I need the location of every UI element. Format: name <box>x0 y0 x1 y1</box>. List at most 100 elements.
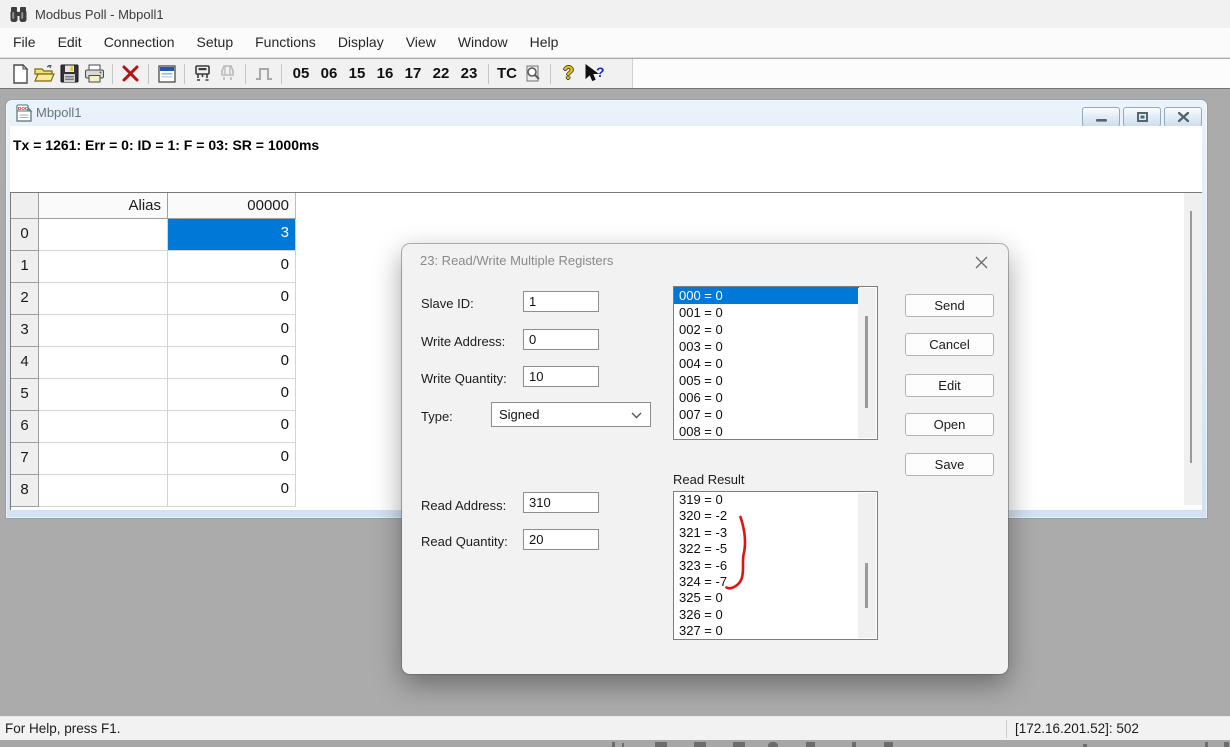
value-cell[interactable]: 0 <box>168 283 296 315</box>
listbox-scrollbar[interactable] <box>858 288 876 438</box>
list-item[interactable]: 320 = -2 <box>674 508 877 524</box>
alias-cell[interactable] <box>39 475 168 507</box>
menu-connection[interactable]: Connection <box>93 28 186 57</box>
edit-button[interactable]: Edit <box>905 374 994 397</box>
alias-cell[interactable] <box>39 379 168 411</box>
list-item[interactable]: 319 = 0 <box>674 492 877 508</box>
child-title-bar[interactable] <box>6 100 1207 126</box>
list-item-selected[interactable]: 000 = 0 <box>674 287 859 304</box>
connect-button[interactable] <box>190 62 215 86</box>
list-item[interactable]: 003 = 0 <box>674 338 877 355</box>
list-item[interactable]: 006 = 0 <box>674 389 877 406</box>
menu-edit[interactable]: Edit <box>47 28 93 57</box>
value-cell[interactable]: 0 <box>168 411 296 443</box>
menu-file[interactable]: File <box>2 28 47 57</box>
alias-cell[interactable] <box>39 283 168 315</box>
close-button[interactable] <box>1164 107 1202 127</box>
scrollbar-thumb[interactable] <box>1190 211 1192 463</box>
row-header[interactable]: 0 <box>11 219 39 251</box>
dialog-close-button[interactable] <box>968 252 994 272</box>
menu-view[interactable]: View <box>395 28 447 57</box>
test-center-button[interactable] <box>520 62 545 86</box>
function-22-button[interactable]: 22 <box>427 65 455 82</box>
list-item[interactable]: 324 = -7 <box>674 574 877 590</box>
list-item[interactable]: 326 = 0 <box>674 607 877 623</box>
row-header[interactable]: 3 <box>11 315 39 347</box>
list-item[interactable]: 327 = 0 <box>674 623 877 639</box>
function-17-button[interactable]: 17 <box>399 65 427 82</box>
context-help-button[interactable]: ? <box>581 62 606 86</box>
value-cell[interactable]: 0 <box>168 475 296 507</box>
alias-column-header[interactable]: Alias <box>39 193 168 219</box>
row-header[interactable]: 5 <box>11 379 39 411</box>
function-15-button[interactable]: 15 <box>343 65 371 82</box>
menu-functions[interactable]: Functions <box>244 28 327 57</box>
setup-window-button[interactable] <box>154 62 179 86</box>
list-item[interactable]: 005 = 0 <box>674 372 877 389</box>
main-title-bar[interactable]: Modbus Poll - Mbpoll1 <box>0 0 1230 28</box>
read-result-listbox[interactable]: 319 = 0 320 = -2 321 = -3 322 = -5 323 =… <box>673 491 878 640</box>
grid-vertical-scrollbar[interactable] <box>1184 193 1202 505</box>
row-header[interactable]: 2 <box>11 283 39 315</box>
alias-cell[interactable] <box>39 251 168 283</box>
value-cell-selected[interactable]: 3 <box>168 219 296 251</box>
value-cell[interactable]: 0 <box>168 315 296 347</box>
listbox-scrollbar[interactable] <box>858 493 876 638</box>
alias-cell[interactable] <box>39 219 168 251</box>
help-button[interactable]: ? <box>556 62 581 86</box>
list-item[interactable]: 321 = -3 <box>674 525 877 541</box>
list-item[interactable]: 002 = 0 <box>674 321 877 338</box>
menu-window[interactable]: Window <box>447 28 519 57</box>
single-poll-button[interactable] <box>251 62 276 86</box>
scrollbar-thumb[interactable] <box>865 316 868 408</box>
alias-cell[interactable] <box>39 443 168 475</box>
function-06-button[interactable]: 06 <box>315 65 343 82</box>
menu-help[interactable]: Help <box>519 28 570 57</box>
row-header[interactable]: 7 <box>11 443 39 475</box>
tc-button[interactable]: TC <box>494 65 520 82</box>
row-header[interactable]: 1 <box>11 251 39 283</box>
red-x-button[interactable] <box>118 62 143 86</box>
list-item[interactable]: 325 = 0 <box>674 590 877 606</box>
list-item[interactable]: 004 = 0 <box>674 355 877 372</box>
alias-cell[interactable] <box>39 347 168 379</box>
write-address-input[interactable] <box>523 329 599 350</box>
type-dropdown[interactable]: Signed <box>491 402 651 427</box>
value-column-header[interactable]: 00000 <box>168 193 296 219</box>
write-quantity-input[interactable] <box>523 366 599 387</box>
list-item[interactable]: 322 = -5 <box>674 541 877 557</box>
row-header[interactable]: 4 <box>11 347 39 379</box>
disconnect-button[interactable] <box>215 62 240 86</box>
value-cell[interactable]: 0 <box>168 251 296 283</box>
list-item[interactable]: 001 = 0 <box>674 304 877 321</box>
function-05-button[interactable]: 05 <box>287 65 315 82</box>
save-button[interactable] <box>57 62 82 86</box>
read-quantity-input[interactable] <box>523 529 599 550</box>
new-file-button[interactable] <box>7 62 32 86</box>
menu-display[interactable]: Display <box>327 28 395 57</box>
alias-cell[interactable] <box>39 411 168 443</box>
scrollbar-thumb[interactable] <box>865 563 868 608</box>
minimize-button[interactable] <box>1082 107 1120 127</box>
open-file-button[interactable] <box>32 62 57 86</box>
value-cell[interactable]: 0 <box>168 379 296 411</box>
open-button[interactable]: Open <box>905 413 994 436</box>
maximize-button[interactable] <box>1123 107 1161 127</box>
cancel-button[interactable]: Cancel <box>905 333 994 356</box>
list-item[interactable]: 323 = -6 <box>674 558 877 574</box>
read-address-input[interactable] <box>523 492 599 513</box>
row-header[interactable]: 6 <box>11 411 39 443</box>
save-button[interactable]: Save <box>905 453 994 476</box>
value-cell[interactable]: 0 <box>168 443 296 475</box>
function-23-button[interactable]: 23 <box>455 65 483 82</box>
send-button[interactable]: Send <box>905 294 994 317</box>
function-16-button[interactable]: 16 <box>371 65 399 82</box>
write-values-listbox[interactable]: 000 = 0 001 = 0 002 = 0 003 = 0 004 = 0 … <box>673 286 878 440</box>
alias-cell[interactable] <box>39 315 168 347</box>
slave-id-input[interactable] <box>523 291 599 312</box>
grid-corner-cell[interactable] <box>11 193 39 219</box>
list-item[interactable]: 007 = 0 <box>674 406 877 423</box>
value-cell[interactable]: 0 <box>168 347 296 379</box>
row-header[interactable]: 8 <box>11 475 39 507</box>
print-button[interactable] <box>82 62 107 86</box>
